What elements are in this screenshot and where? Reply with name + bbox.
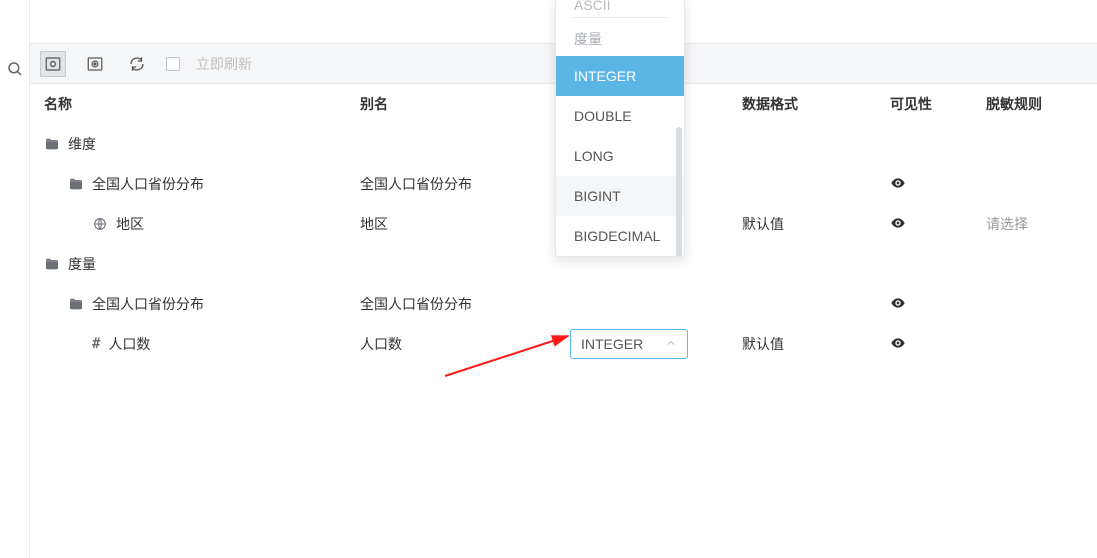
cell-alias: 人口数 bbox=[360, 334, 570, 354]
field-label: 人口数 bbox=[108, 334, 150, 354]
cell-alias: 全国人口省份分布 bbox=[360, 294, 570, 314]
table-row[interactable]: # 人口数 人口数 INTEGER 默认值 bbox=[30, 324, 1097, 364]
auto-refresh-label: 立即刷新 bbox=[196, 54, 252, 74]
column-header-name: 名称 bbox=[44, 94, 360, 114]
auto-refresh-checkbox[interactable] bbox=[166, 57, 180, 71]
dropdown-item[interactable]: BIGDECIMAL bbox=[556, 216, 684, 256]
column-header-alias: 别名 bbox=[360, 94, 570, 114]
folder-icon bbox=[44, 256, 60, 272]
group-label: 全国人口省份分布 bbox=[92, 294, 204, 314]
settings-panel-button[interactable] bbox=[40, 51, 66, 77]
type-select-value: INTEGER bbox=[581, 336, 643, 352]
section-label: 维度 bbox=[68, 134, 96, 154]
refresh-button[interactable] bbox=[124, 51, 150, 77]
dropdown-item[interactable]: LONG bbox=[556, 136, 684, 176]
dropdown-separator bbox=[570, 17, 670, 18]
column-header-vis: 可见性 bbox=[890, 94, 986, 114]
table-row[interactable]: 全国人口省份分布 全国人口省份分布 bbox=[30, 284, 1097, 324]
dropdown-item[interactable]: BIGINT bbox=[556, 176, 684, 216]
hash-icon: # bbox=[92, 336, 100, 352]
cell-alias: 地区 bbox=[360, 214, 570, 234]
eye-icon[interactable] bbox=[890, 335, 906, 351]
cell-rule[interactable]: 请选择 bbox=[986, 214, 1097, 234]
cell-alias: 全国人口省份分布 bbox=[360, 174, 570, 194]
eye-icon[interactable] bbox=[890, 175, 906, 191]
dropdown-group-label: 度量 bbox=[556, 22, 684, 56]
dropdown-scrollbar[interactable] bbox=[676, 127, 682, 256]
column-header-fmt: 数据格式 bbox=[742, 94, 890, 114]
chevron-up-icon bbox=[665, 336, 677, 352]
type-select[interactable]: INTEGER bbox=[570, 329, 688, 359]
folder-icon bbox=[44, 136, 60, 152]
dropdown-item[interactable]: ASCII bbox=[556, 0, 684, 13]
type-dropdown: ASCII 度量 INTEGER DOUBLE LONG BIGINT BIGD… bbox=[555, 0, 685, 257]
column-header-rule: 脱敏规则 bbox=[986, 94, 1097, 114]
group-label: 全国人口省份分布 bbox=[92, 174, 204, 194]
folder-icon bbox=[68, 176, 84, 192]
search-icon[interactable] bbox=[6, 60, 24, 78]
preview-button[interactable] bbox=[82, 51, 108, 77]
cell-fmt: 默认值 bbox=[742, 334, 890, 354]
section-label: 度量 bbox=[68, 254, 96, 274]
dropdown-item[interactable]: INTEGER bbox=[556, 56, 684, 96]
eye-icon[interactable] bbox=[890, 215, 906, 231]
cell-fmt: 默认值 bbox=[742, 214, 890, 234]
eye-icon[interactable] bbox=[890, 295, 906, 311]
folder-icon bbox=[68, 296, 84, 312]
field-label: 地区 bbox=[116, 214, 144, 234]
globe-icon bbox=[92, 216, 108, 232]
dropdown-item[interactable]: DOUBLE bbox=[556, 96, 684, 136]
